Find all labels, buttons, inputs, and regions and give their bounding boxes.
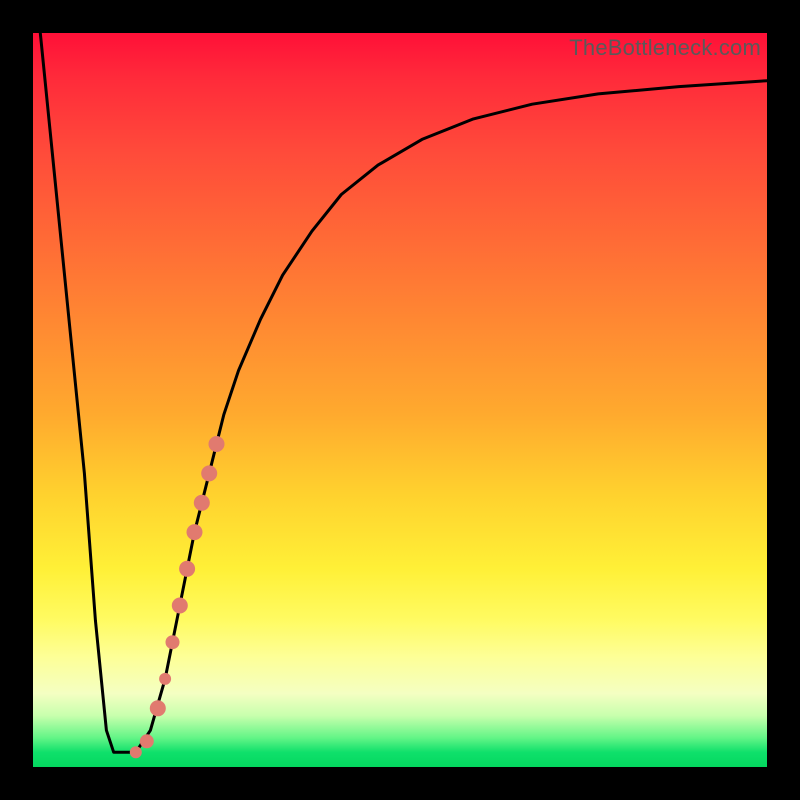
highlight-dot (187, 524, 203, 540)
highlight-dot (209, 436, 225, 452)
highlight-dot (150, 700, 166, 716)
highlight-dot (140, 734, 154, 748)
highlight-dot (130, 746, 142, 758)
plot-area: TheBottleneck.com (33, 33, 767, 767)
highlight-dot (194, 495, 210, 511)
chart-svg (33, 33, 767, 767)
highlight-dot (172, 598, 188, 614)
highlight-dot (159, 673, 171, 685)
chart-frame: TheBottleneck.com (0, 0, 800, 800)
highlight-dots-group (130, 436, 225, 758)
highlight-dot (166, 635, 180, 649)
bottleneck-curve (40, 33, 767, 752)
highlight-dot (201, 465, 217, 481)
highlight-dot (179, 561, 195, 577)
